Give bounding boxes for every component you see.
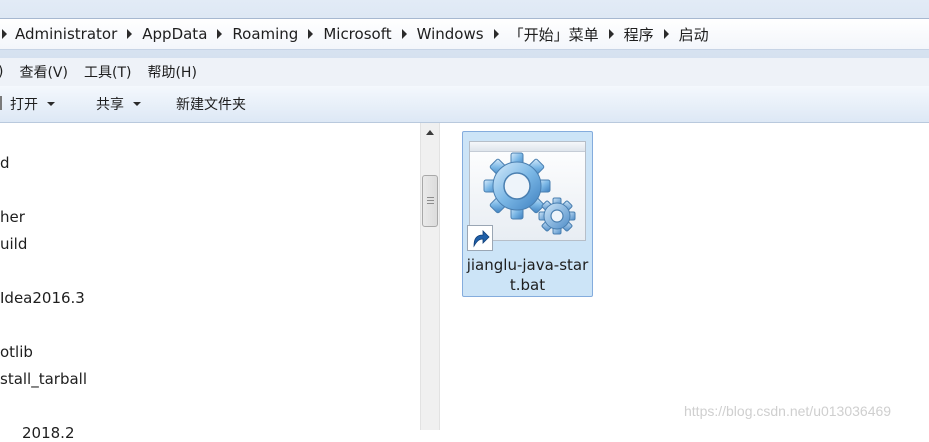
scroll-thumb[interactable] bbox=[422, 175, 438, 227]
breadcrumb-separator-icon[interactable] bbox=[608, 29, 614, 39]
open-icon bbox=[0, 96, 2, 110]
breadcrumb-item-windows[interactable]: Windows bbox=[417, 25, 484, 43]
nav-item[interactable]: 2018.2 bbox=[22, 424, 75, 442]
chevron-down-icon bbox=[47, 102, 55, 106]
menu-item-view[interactable]: 查看(V) bbox=[19, 62, 68, 82]
nav-item[interactable]: stall_tarball bbox=[0, 370, 87, 388]
breadcrumb-item-administrator[interactable]: Administrator bbox=[15, 25, 117, 43]
address-bar: Administrator AppData Roaming Microsoft … bbox=[0, 0, 929, 58]
nav-pane-scrollbar[interactable] bbox=[420, 123, 440, 430]
breadcrumb-item-start-menu[interactable]: 「开始」菜单 bbox=[509, 24, 599, 45]
breadcrumb-item-appdata[interactable]: AppData bbox=[142, 25, 207, 43]
nav-item[interactable]: her bbox=[0, 208, 25, 226]
file-name[interactable]: jianglu-java-star t.bat bbox=[463, 255, 592, 295]
open-button[interactable]: 打开 bbox=[10, 86, 55, 122]
breadcrumb-separator-icon[interactable] bbox=[308, 29, 314, 39]
command-bar: 打开 共享 新建文件夹 bbox=[0, 86, 929, 123]
breadcrumb-separator-icon[interactable] bbox=[401, 29, 407, 39]
share-label: 共享 bbox=[96, 97, 124, 113]
share-button[interactable]: 共享 bbox=[96, 86, 141, 122]
grip-line bbox=[427, 197, 434, 198]
nav-item[interactable]: Idea2016.3 bbox=[0, 289, 85, 307]
menu-bar: ) 查看(V) 工具(T) 帮助(H) bbox=[0, 58, 929, 87]
scroll-up-arrow-icon[interactable] bbox=[426, 130, 434, 135]
file-name-line-2: t.bat bbox=[509, 276, 546, 294]
breadcrumb-separator-icon[interactable] bbox=[493, 29, 499, 39]
shortcut-arrow-icon bbox=[467, 225, 493, 251]
menu-item-tools[interactable]: 工具(T) bbox=[84, 62, 131, 82]
breadcrumb-separator-icon[interactable] bbox=[2, 29, 7, 39]
grip-line bbox=[427, 203, 434, 204]
grip-line bbox=[427, 200, 434, 201]
breadcrumb-item-startup[interactable]: 启动 bbox=[679, 24, 709, 45]
nav-item[interactable]: uild bbox=[0, 235, 27, 253]
watermark: https://blog.csdn.net/u013036469 bbox=[684, 403, 892, 419]
file-item[interactable]: jianglu-java-star t.bat bbox=[462, 131, 593, 297]
breadcrumb-item-programs[interactable]: 程序 bbox=[624, 24, 654, 45]
new-folder-button[interactable]: 新建文件夹 bbox=[176, 86, 246, 122]
menu-item-partial[interactable]: ) bbox=[0, 64, 3, 80]
chevron-down-icon bbox=[133, 102, 141, 106]
breadcrumb-separator-icon[interactable] bbox=[663, 29, 669, 39]
breadcrumb[interactable]: Administrator AppData Roaming Microsoft … bbox=[0, 18, 929, 50]
open-label: 打开 bbox=[10, 97, 38, 113]
navigation-pane: d her uild Idea2016.3 otlib stall_tarbal… bbox=[0, 123, 420, 442]
nav-item[interactable]: d bbox=[0, 154, 10, 172]
nav-item[interactable]: otlib bbox=[0, 343, 33, 361]
breadcrumb-separator-icon[interactable] bbox=[127, 29, 133, 39]
breadcrumb-separator-icon[interactable] bbox=[217, 29, 223, 39]
file-name-line-1: jianglu-java-star bbox=[466, 256, 589, 274]
new-folder-label: 新建文件夹 bbox=[176, 97, 246, 113]
file-view: jianglu-java-star t.bat bbox=[440, 123, 929, 430]
menu-item-help[interactable]: 帮助(H) bbox=[147, 62, 196, 82]
breadcrumb-item-roaming[interactable]: Roaming bbox=[232, 25, 298, 43]
breadcrumb-item-microsoft[interactable]: Microsoft bbox=[323, 25, 391, 43]
